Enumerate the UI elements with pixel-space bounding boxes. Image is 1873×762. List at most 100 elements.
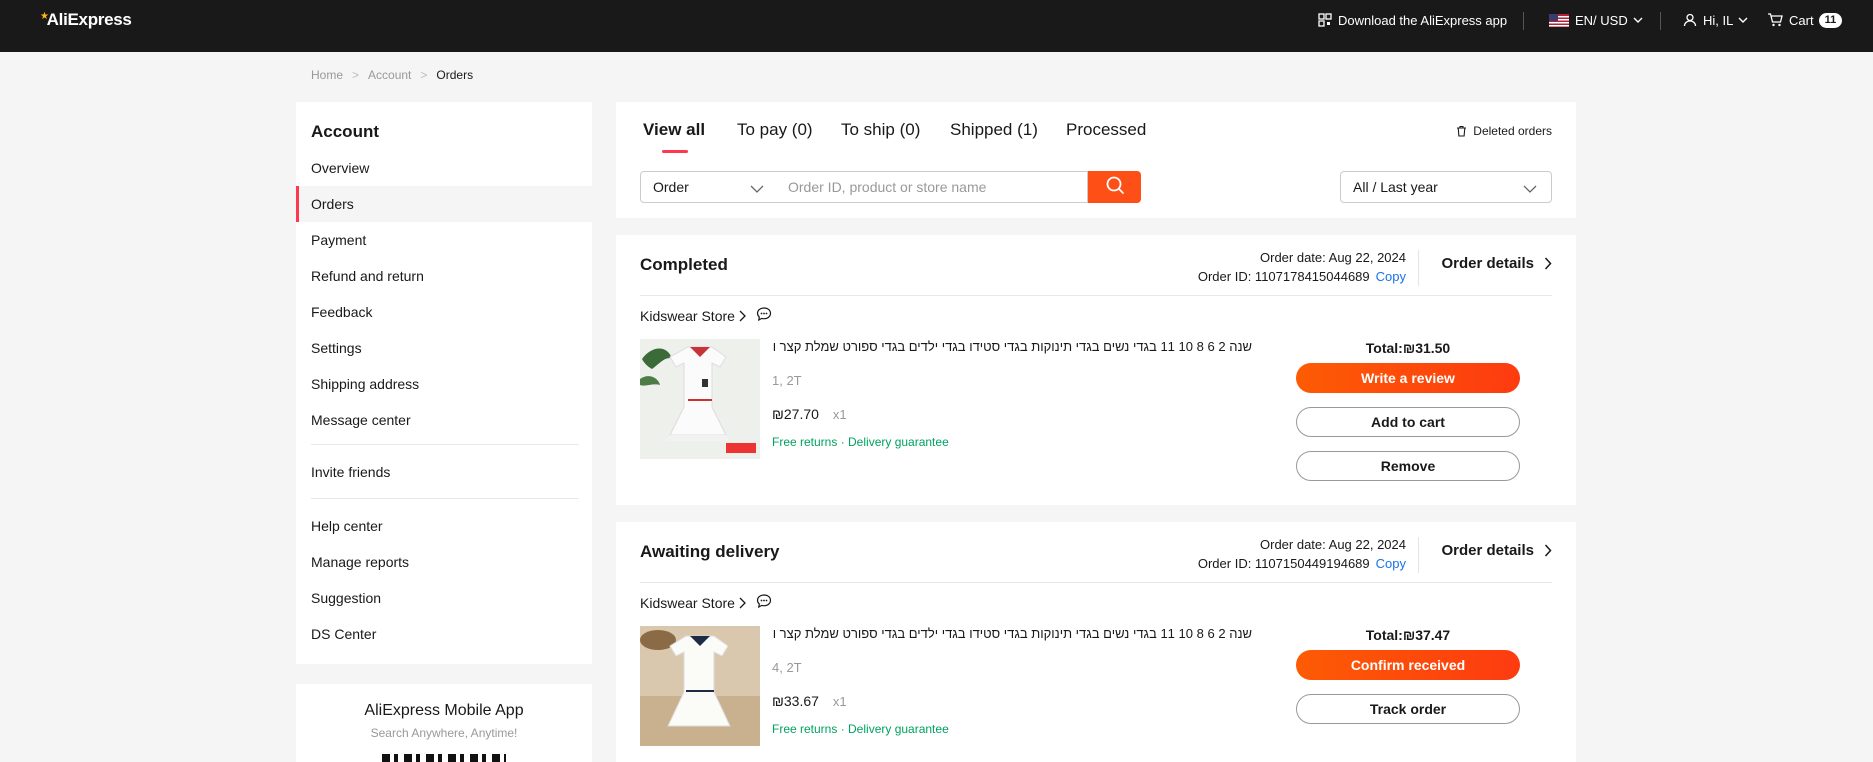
product-thumbnail[interactable] bbox=[640, 339, 760, 459]
add-to-cart-button[interactable]: Add to cart bbox=[1296, 407, 1520, 437]
service-tags: Free returns · Delivery guarantee bbox=[772, 722, 949, 736]
aliexpress-logo[interactable]: ★AliExpress bbox=[40, 10, 132, 30]
order-status: Awaiting delivery bbox=[640, 542, 780, 561]
deleted-orders-link[interactable]: Deleted orders bbox=[1456, 124, 1552, 138]
download-app-link[interactable]: Download the AliExpress app bbox=[1318, 0, 1507, 40]
store-link[interactable]: Kidswear Store bbox=[640, 594, 772, 611]
order-id: Order ID: 1107150449194689 bbox=[1197, 556, 1370, 571]
product-title[interactable]: שנה 2 6 8 10 11 בגדי נשים בגדי תינוקות ב… bbox=[772, 626, 1252, 641]
sidebar-item-shipping-address[interactable]: Shipping address bbox=[296, 366, 592, 402]
order-search-input[interactable] bbox=[776, 171, 1088, 203]
divider bbox=[1418, 537, 1419, 573]
app-card-title: AliExpress Mobile App bbox=[364, 702, 524, 719]
mobile-app-card: AliExpress Mobile App Search Anywhere, A… bbox=[296, 684, 592, 762]
order-card: Completed Order date: Aug 22, 2024 Order… bbox=[616, 235, 1576, 505]
product-thumbnail[interactable] bbox=[640, 626, 760, 746]
search-type-value: Order bbox=[653, 179, 689, 195]
product-quantity: x1 bbox=[832, 694, 847, 709]
store-name: Kidswear Store bbox=[640, 307, 735, 324]
order-date: Order date: Aug 22, 2024 bbox=[1260, 537, 1406, 552]
tab-to-ship[interactable]: To ship (0) bbox=[841, 120, 920, 140]
divider bbox=[1660, 12, 1661, 30]
breadcrumb-home[interactable]: Home bbox=[311, 68, 343, 82]
product-price: ₪27.70 bbox=[772, 406, 819, 422]
locale-selector[interactable]: EN/ USD bbox=[1549, 0, 1643, 40]
chevron-right-icon bbox=[1544, 544, 1552, 557]
order-details-link[interactable]: Order details bbox=[1441, 255, 1552, 272]
remove-order-button[interactable]: Remove bbox=[1296, 451, 1520, 481]
app-card-subtitle: Search Anywhere, Anytime! bbox=[370, 726, 518, 740]
tab-shipped[interactable]: Shipped (1) bbox=[950, 120, 1038, 140]
order-total: Total:₪37.47 bbox=[1365, 627, 1451, 643]
sidebar-item-help-center[interactable]: Help center bbox=[296, 508, 592, 544]
cart-label: Cart bbox=[1789, 12, 1814, 28]
cart-count-badge: 11 bbox=[1818, 12, 1843, 28]
chevron-down-icon bbox=[1738, 17, 1748, 23]
breadcrumb-account[interactable]: Account bbox=[368, 68, 411, 82]
cart-link[interactable]: Cart 11 bbox=[1767, 0, 1843, 40]
sidebar-item-overview[interactable]: Overview bbox=[296, 150, 592, 186]
product-price-row: ₪33.67 x1 bbox=[772, 693, 847, 709]
order-details-link[interactable]: Order details bbox=[1441, 542, 1552, 559]
chat-icon[interactable] bbox=[756, 307, 772, 324]
breadcrumb-current: Orders bbox=[436, 68, 474, 82]
order-id: Order ID: 1107178415044689 bbox=[1197, 269, 1370, 284]
divider bbox=[1523, 12, 1524, 30]
locale-label: EN/ USD bbox=[1575, 12, 1628, 28]
account-menu[interactable]: Hi, IL bbox=[1683, 0, 1748, 40]
sidebar-item-refund[interactable]: Refund and return bbox=[296, 258, 592, 294]
confirm-received-button[interactable]: Confirm received bbox=[1296, 650, 1520, 680]
product-title[interactable]: שנה 2 6 8 10 11 בגדי נשים בגדי תינוקות ב… bbox=[772, 339, 1252, 354]
tab-processed[interactable]: Processed bbox=[1066, 120, 1146, 140]
trash-icon bbox=[1456, 125, 1467, 137]
sidebar-item-feedback[interactable]: Feedback bbox=[296, 294, 592, 330]
product-price: ₪33.67 bbox=[772, 693, 819, 709]
chevron-down-icon bbox=[1633, 17, 1643, 23]
divider bbox=[640, 295, 1552, 296]
user-icon bbox=[1683, 13, 1697, 27]
sidebar-item-orders[interactable]: Orders bbox=[296, 186, 592, 222]
search-icon bbox=[1105, 175, 1125, 200]
qr-code-icon bbox=[1318, 13, 1332, 27]
sidebar-item-message-center[interactable]: Message center bbox=[296, 402, 592, 438]
deleted-orders-label: Deleted orders bbox=[1473, 124, 1552, 138]
order-total: Total:₪31.50 bbox=[1365, 340, 1451, 356]
product-price-row: ₪27.70 x1 bbox=[772, 406, 847, 422]
chevron-right-icon bbox=[1544, 257, 1552, 270]
order-date: Order date: Aug 22, 2024 bbox=[1260, 250, 1406, 265]
sidebar-title: Account bbox=[311, 122, 379, 141]
sidebar-item-ds-center[interactable]: DS Center bbox=[296, 616, 592, 652]
top-bar: ★AliExpress Download the AliExpress app … bbox=[0, 0, 1873, 52]
track-order-button[interactable]: Track order bbox=[1296, 694, 1520, 724]
copy-order-id-link[interactable]: Copy bbox=[1376, 269, 1406, 284]
chat-icon[interactable] bbox=[756, 594, 772, 611]
sidebar-item-settings[interactable]: Settings bbox=[296, 330, 592, 366]
chevron-right-icon bbox=[739, 310, 746, 322]
order-meta: Order date: Aug 22, 2024 Order ID: 11071… bbox=[1198, 248, 1406, 286]
breadcrumb-separator: > bbox=[420, 68, 428, 82]
copy-order-id-link[interactable]: Copy bbox=[1376, 556, 1406, 571]
sidebar-item-payment[interactable]: Payment bbox=[296, 222, 592, 258]
period-dropdown[interactable]: All / Last year bbox=[1340, 171, 1552, 203]
sidebar-item-suggestion[interactable]: Suggestion bbox=[296, 580, 592, 616]
cart-icon bbox=[1767, 13, 1783, 27]
divider bbox=[1418, 250, 1419, 286]
search-type-dropdown[interactable]: Order bbox=[640, 171, 777, 203]
order-details-label: Order details bbox=[1441, 542, 1534, 559]
sidebar-item-manage-reports[interactable]: Manage reports bbox=[296, 544, 592, 580]
store-link[interactable]: Kidswear Store bbox=[640, 307, 772, 324]
order-details-label: Order details bbox=[1441, 255, 1534, 272]
sidebar-divider bbox=[311, 498, 579, 499]
store-name: Kidswear Store bbox=[640, 594, 735, 611]
chevron-down-icon bbox=[750, 181, 764, 197]
account-sidebar: Account Overview Orders Payment Refund a… bbox=[296, 102, 592, 664]
tab-to-pay[interactable]: To pay (0) bbox=[737, 120, 813, 140]
search-button[interactable] bbox=[1088, 171, 1141, 203]
download-app-label: Download the AliExpress app bbox=[1338, 12, 1508, 28]
breadcrumb: Home > Account > Orders bbox=[311, 68, 473, 82]
sidebar-item-invite-friends[interactable]: Invite friends bbox=[296, 454, 592, 490]
active-tab-indicator bbox=[662, 150, 688, 153]
divider bbox=[640, 582, 1552, 583]
write-review-button[interactable]: Write a review bbox=[1296, 363, 1520, 393]
tab-view-all[interactable]: View all bbox=[643, 120, 705, 140]
